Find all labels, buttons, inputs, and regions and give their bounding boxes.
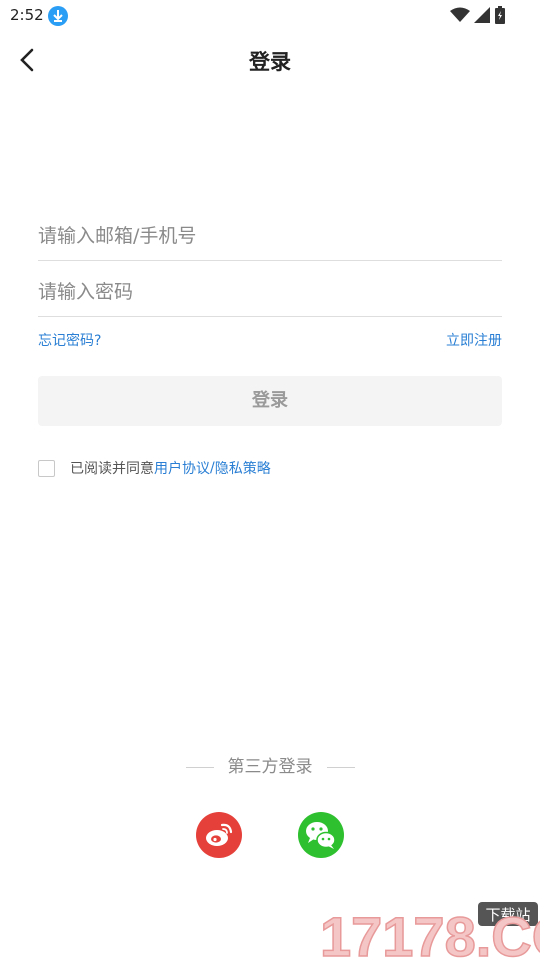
agreement-prefix: 已阅读并同意 (70, 461, 154, 477)
download-icon (48, 6, 68, 26)
battery-icon (495, 6, 505, 24)
top-bar: 登录 (0, 32, 540, 90)
privacy-policy-link[interactable]: 隐私策略 (215, 458, 271, 478)
status-icons (450, 6, 506, 24)
status-bar: 2:52 (0, 0, 540, 32)
agreement-row: 已阅读并同意 用户协议 / 隐私策略 (38, 457, 271, 479)
divider-left (185, 766, 214, 768)
signal-icon (474, 7, 490, 23)
weibo-icon (206, 823, 233, 846)
weibo-login-button[interactable] (196, 812, 242, 858)
forgot-password-link[interactable]: 忘记密码? (38, 330, 101, 350)
password-input[interactable] (38, 260, 502, 320)
third-party-login-label: 第三方登录 (0, 752, 540, 777)
page-title: 登录 (249, 50, 291, 74)
divider-right (326, 766, 355, 768)
watermark-logo: 下载站 17178.COM (318, 898, 540, 964)
agreement-checkbox[interactable] (38, 459, 55, 477)
wifi-icon (450, 7, 470, 22)
password-field[interactable] (38, 260, 502, 320)
email-field[interactable] (38, 204, 502, 264)
email-input[interactable] (38, 204, 502, 264)
login-button[interactable]: 登录 (38, 376, 502, 426)
form-links: 忘记密码? 立即注册 (38, 330, 502, 352)
status-time: 2:52 (10, 6, 44, 24)
wechat-login-button[interactable] (298, 812, 344, 858)
wechat-icon (306, 822, 336, 849)
user-agreement-link[interactable]: 用户协议 (154, 458, 210, 478)
third-party-text: 第三方登录 (227, 757, 313, 777)
register-link[interactable]: 立即注册 (446, 330, 502, 350)
watermark-main-text: 17178.COM (320, 905, 540, 960)
